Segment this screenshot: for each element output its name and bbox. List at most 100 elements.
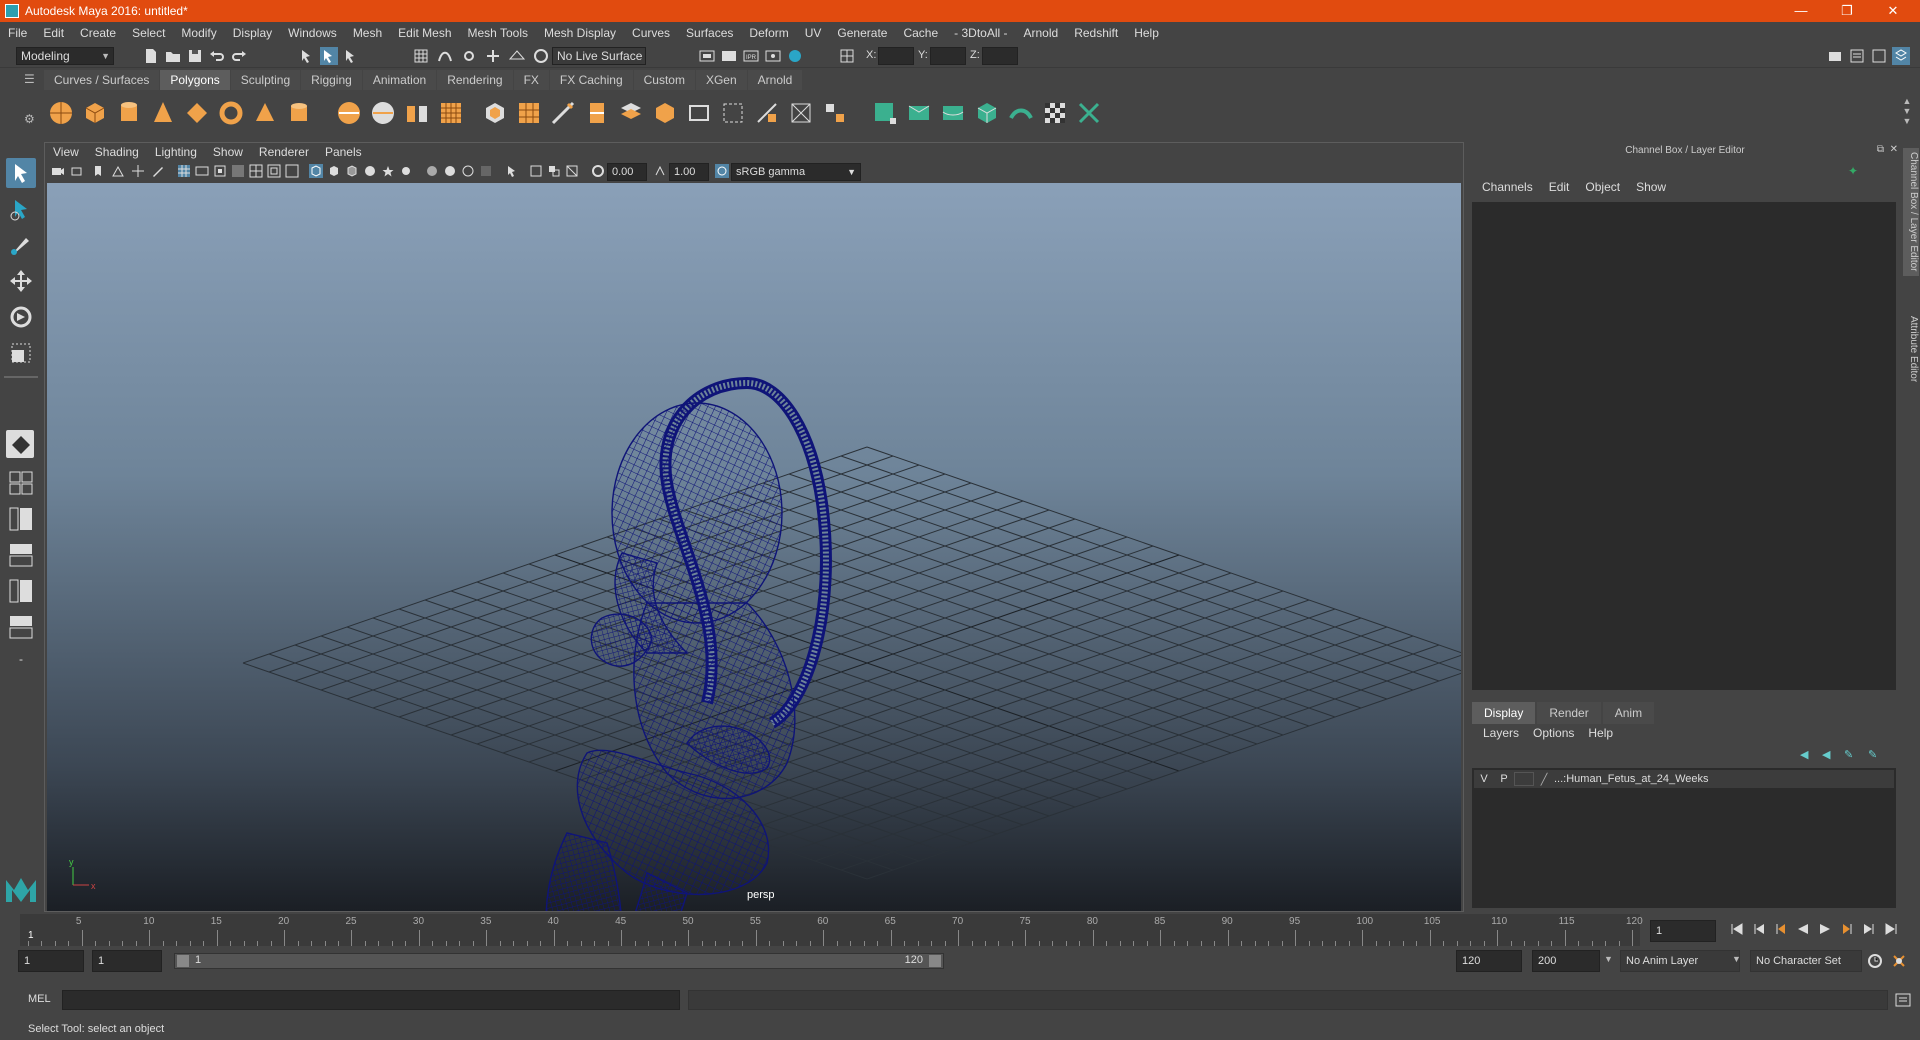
menu-redshift[interactable]: Redshift (1066, 26, 1126, 40)
tab-animation[interactable]: Animation (362, 70, 437, 90)
tab-fx-caching[interactable]: FX Caching (549, 70, 633, 90)
vp-menu-panels[interactable]: Panels (317, 145, 370, 159)
layer-row[interactable]: V P ╱ ...:Human_Fetus_at_24_Weeks (1474, 770, 1894, 788)
poly-pipe-icon[interactable] (284, 98, 314, 128)
menu-windows[interactable]: Windows (280, 26, 345, 40)
ambient-occlusion-icon[interactable] (425, 164, 439, 178)
menu-3dtoall[interactable]: - 3DtoAll - (946, 26, 1015, 40)
poly-sphere-icon[interactable] (46, 98, 76, 128)
wireframe-shading-icon[interactable] (309, 164, 323, 178)
shelf-settings-icon[interactable]: ⚙ (24, 112, 38, 128)
tab-sculpting[interactable]: Sculpting (230, 70, 301, 90)
tab-polygons[interactable]: Polygons (160, 70, 230, 90)
auto-map-icon[interactable] (972, 98, 1002, 128)
end-time-field[interactable]: 200 (1532, 950, 1600, 972)
anim-layer-dropdown[interactable]: No Anim Layer (1620, 950, 1740, 972)
insert-edge-loop-icon[interactable] (582, 98, 612, 128)
scene-canvas[interactable]: y x (47, 183, 1461, 911)
tab-rendering[interactable]: Rendering (437, 70, 513, 90)
tab-xgen[interactable]: XGen (695, 70, 747, 90)
tab-arnold[interactable]: Arnold (747, 70, 803, 90)
persp-hypershade-layout-icon[interactable] (6, 612, 36, 640)
undo-icon[interactable] (208, 47, 226, 65)
gate-mask-icon[interactable] (231, 164, 245, 178)
cb-menu-object[interactable]: Object (1577, 180, 1628, 194)
side-tab-channel-box[interactable]: Channel Box / Layer Editor (1903, 148, 1919, 276)
tab-anim[interactable]: Anim (1602, 702, 1655, 724)
end-time-chevron-down-icon[interactable]: ▼ (1604, 954, 1613, 964)
layer-playback-toggle[interactable]: P (1494, 773, 1514, 785)
field-chart-icon[interactable] (249, 164, 263, 178)
le-menu-options[interactable]: Options (1526, 726, 1581, 740)
render-view-icon[interactable] (698, 47, 716, 65)
vp-menu-show[interactable]: Show (205, 145, 251, 159)
safe-title-icon[interactable] (285, 164, 299, 178)
xray-icon[interactable] (529, 164, 543, 178)
snap-surface-icon[interactable] (508, 47, 526, 65)
poly-plane-icon[interactable] (182, 98, 212, 128)
menu-select[interactable]: Select (124, 26, 173, 40)
playback-start-field[interactable]: 1 (92, 950, 162, 972)
poly-torus-icon[interactable] (216, 98, 246, 128)
x-field[interactable] (878, 47, 914, 65)
bookmark-icon[interactable] (91, 164, 105, 178)
character-set-dropdown[interactable]: No Character Set (1750, 950, 1862, 972)
minimize-button[interactable]: — (1778, 0, 1824, 22)
step-forward-frame-icon[interactable] (1838, 920, 1856, 938)
menu-deform[interactable]: Deform (741, 26, 796, 40)
float-panel-icon[interactable]: ⧉ (1877, 144, 1884, 155)
collapse-icon[interactable] (786, 98, 816, 128)
play-forwards-icon[interactable] (1816, 920, 1834, 938)
new-layer-selected-icon[interactable]: ✎ (1868, 748, 1877, 761)
tab-rigging[interactable]: Rigging (301, 70, 362, 90)
menu-edit-mesh[interactable]: Edit Mesh (390, 26, 459, 40)
tab-curves-surfaces[interactable]: Curves / Surfaces (44, 70, 160, 90)
camera-icon[interactable] (51, 164, 65, 178)
append-polygon-icon[interactable] (684, 98, 714, 128)
extract-icon[interactable] (402, 98, 432, 128)
menu-curves[interactable]: Curves (624, 26, 678, 40)
textured-icon[interactable] (363, 164, 377, 178)
poly-cube-icon[interactable] (80, 98, 110, 128)
lasso-tool-icon[interactable] (6, 194, 36, 224)
vp-menu-view[interactable]: View (45, 145, 87, 159)
toggle-channel-box-icon[interactable] (1892, 47, 1910, 65)
move-layer-up-icon[interactable]: ◀ (1800, 748, 1808, 761)
select-tool-icon[interactable] (6, 158, 36, 188)
menu-mesh-tools[interactable]: Mesh Tools (460, 26, 536, 40)
cut-uv-icon[interactable] (1074, 98, 1104, 128)
toggle-attribute-editor-icon[interactable] (1848, 47, 1866, 65)
persp-outliner-layout-icon[interactable] (6, 504, 36, 532)
shadows-icon[interactable] (399, 164, 413, 178)
channel-box-key-icon[interactable]: ✦ (1848, 164, 1858, 178)
live-surface-field[interactable]: No Live Surface (552, 47, 646, 65)
tab-fx[interactable]: FX (513, 70, 549, 90)
exposure-icon[interactable] (591, 164, 605, 178)
mirror-icon[interactable] (820, 98, 850, 128)
camera-attributes-icon[interactable] (71, 164, 85, 178)
select-component-icon[interactable] (342, 47, 360, 65)
xray-joints-icon[interactable] (547, 164, 561, 178)
tab-display[interactable]: Display (1472, 702, 1536, 724)
lights-icon[interactable] (381, 164, 395, 178)
film-gate-icon[interactable] (195, 164, 209, 178)
auto-key-icon[interactable] (1866, 952, 1884, 970)
step-back-frame-icon[interactable] (1772, 920, 1790, 938)
3d-scene-view[interactable]: y x persp (47, 183, 1461, 911)
shelf-scroll-icon[interactable]: ▲ ▼ ▼ (1900, 96, 1914, 132)
menu-uv[interactable]: UV (797, 26, 830, 40)
play-backwards-icon[interactable] (1794, 920, 1812, 938)
command-input[interactable] (62, 990, 680, 1010)
image-plane-icon[interactable] (111, 164, 125, 178)
range-slider[interactable]: 1 120 (174, 953, 944, 969)
color-space-dropdown[interactable]: sRGB gamma ▼ (731, 163, 861, 181)
menu-file[interactable]: File (0, 26, 35, 40)
range-slider-start-handle[interactable] (177, 955, 189, 967)
outliner-persp-layout-icon[interactable] (6, 576, 36, 604)
menu-create[interactable]: Create (72, 26, 124, 40)
snap-point-icon[interactable] (460, 47, 478, 65)
smooth-icon[interactable] (436, 98, 466, 128)
grid-toggle-icon[interactable] (177, 164, 191, 178)
menu-help[interactable]: Help (1126, 26, 1167, 40)
script-editor-icon[interactable] (1894, 991, 1912, 1009)
